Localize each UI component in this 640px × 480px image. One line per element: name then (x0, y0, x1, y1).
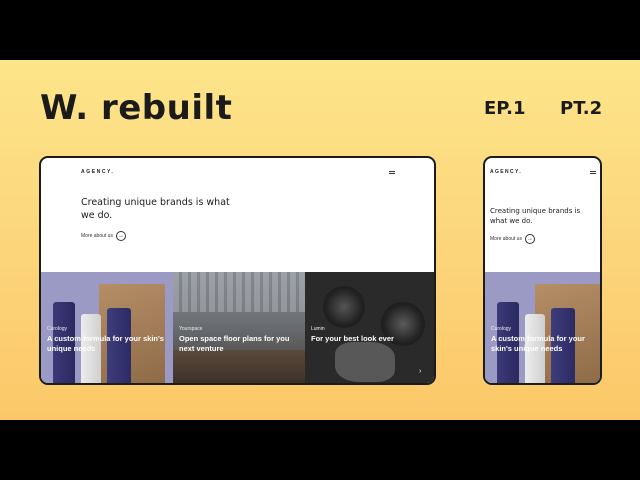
episode-label: EP.1 (484, 98, 526, 119)
part-label: PT.2 (560, 98, 603, 119)
more-about-us-label: More about us (490, 236, 522, 242)
arrow-right-icon: → (115, 231, 126, 241)
hero-heading: Creating unique brands is what we do. (490, 207, 581, 225)
thumbnail-stage: W. rebuilt EP.1 PT.2 AGENCY. Creating un… (0, 60, 640, 420)
tile-caption: A custom formula for your skin's unique … (491, 334, 585, 353)
next-arrow-icon[interactable]: › (419, 368, 421, 375)
site-logo[interactable]: AGENCY. (490, 169, 522, 175)
tile-brand: Lumin (311, 326, 325, 332)
tile-brand: Curology (47, 326, 68, 332)
more-about-us-link[interactable]: More about us → (490, 234, 535, 244)
project-tile-curology[interactable]: Curology A custom formula for your skin'… (485, 272, 600, 383)
arrow-right-icon: → (524, 234, 535, 244)
stone-image (335, 342, 395, 382)
video-title: W. rebuilt (40, 88, 233, 128)
project-tile-lumin[interactable]: Lumin For your best look ever › (305, 272, 434, 383)
project-tiles: Curology A custom formula for your skin'… (41, 272, 434, 383)
office-ceiling-image (173, 272, 305, 312)
tile-caption: Open space floor plans for you next vent… (179, 334, 290, 353)
project-tile-yourspace[interactable]: Yourspace Open space floor plans for you… (173, 272, 305, 383)
hero-heading: Creating unique brands is what we do. (81, 197, 230, 221)
hamburger-menu-icon[interactable] (389, 171, 395, 174)
tile-caption: For your best look ever (311, 334, 394, 343)
office-floor-image (173, 350, 305, 383)
letterbox-top (0, 0, 640, 60)
tile-brand: Yourspace (179, 326, 203, 332)
mobile-mockup: AGENCY. Creating unique brands is what w… (483, 156, 602, 385)
tile-brand: Curology (491, 326, 512, 332)
more-about-us-link[interactable]: More about us → (81, 231, 126, 241)
letterbox-bottom (0, 420, 640, 480)
hamburger-menu-icon[interactable] (590, 171, 596, 174)
project-tile-curology[interactable]: Curology A custom formula for your skin'… (41, 272, 173, 383)
desktop-mockup: AGENCY. Creating unique brands is what w… (39, 156, 436, 385)
more-about-us-label: More about us (81, 233, 113, 239)
site-logo[interactable]: AGENCY. (81, 169, 114, 175)
tile-caption: A custom formula for your skin's unique … (47, 334, 164, 353)
jar-lid-image (323, 286, 365, 328)
